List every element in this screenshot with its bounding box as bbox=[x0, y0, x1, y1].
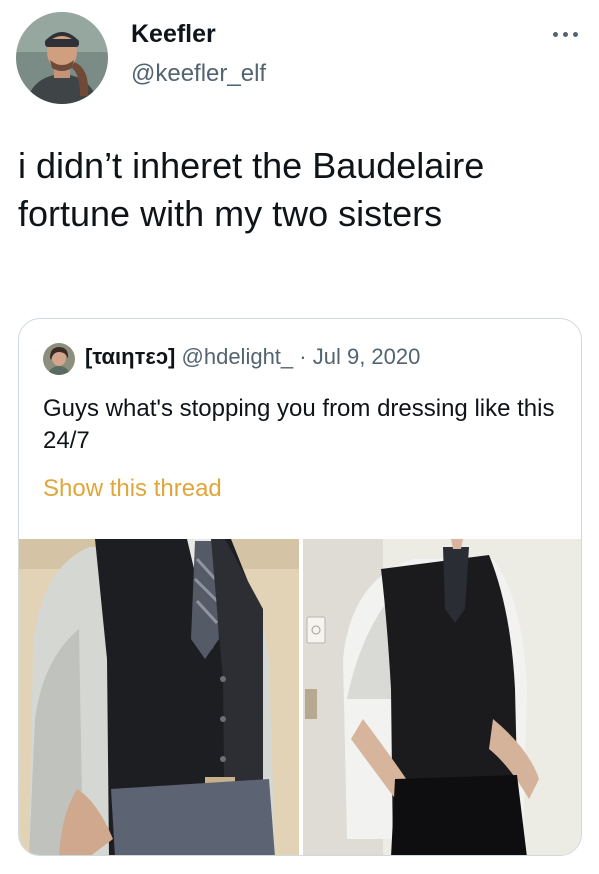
media-photo-1[interactable] bbox=[19, 539, 299, 855]
quoted-author-avatar[interactable] bbox=[43, 343, 75, 375]
author-name[interactable]: Keefler bbox=[131, 20, 216, 49]
author-handle[interactable]: @keefler_elf bbox=[131, 60, 266, 88]
quoted-date[interactable]: Jul 9, 2020 bbox=[313, 344, 421, 369]
quoted-author-handle[interactable]: @hdelight_ bbox=[182, 344, 294, 369]
author-avatar[interactable] bbox=[16, 12, 108, 104]
show-thread-link[interactable]: Show this thread bbox=[43, 475, 222, 503]
quoted-text: Guys what's stopping you from dressing l… bbox=[43, 395, 555, 454]
tweet-text: i didn’t inheret the Baudelaire fortune … bbox=[18, 145, 485, 234]
more-horizontal-icon[interactable] bbox=[553, 30, 585, 40]
quoted-header: [ταιηтεᴐ] @hdelight_ · Jul 9, 2020 bbox=[85, 344, 420, 370]
media-photo-2[interactable] bbox=[303, 539, 581, 855]
quoted-author-name[interactable]: [ταιηтεᴐ] bbox=[85, 344, 175, 369]
quoted-tweet-card[interactable]: [ταιηтεᴐ] @hdelight_ · Jul 9, 2020 Guys … bbox=[18, 318, 582, 856]
header-separator: · bbox=[299, 344, 307, 369]
